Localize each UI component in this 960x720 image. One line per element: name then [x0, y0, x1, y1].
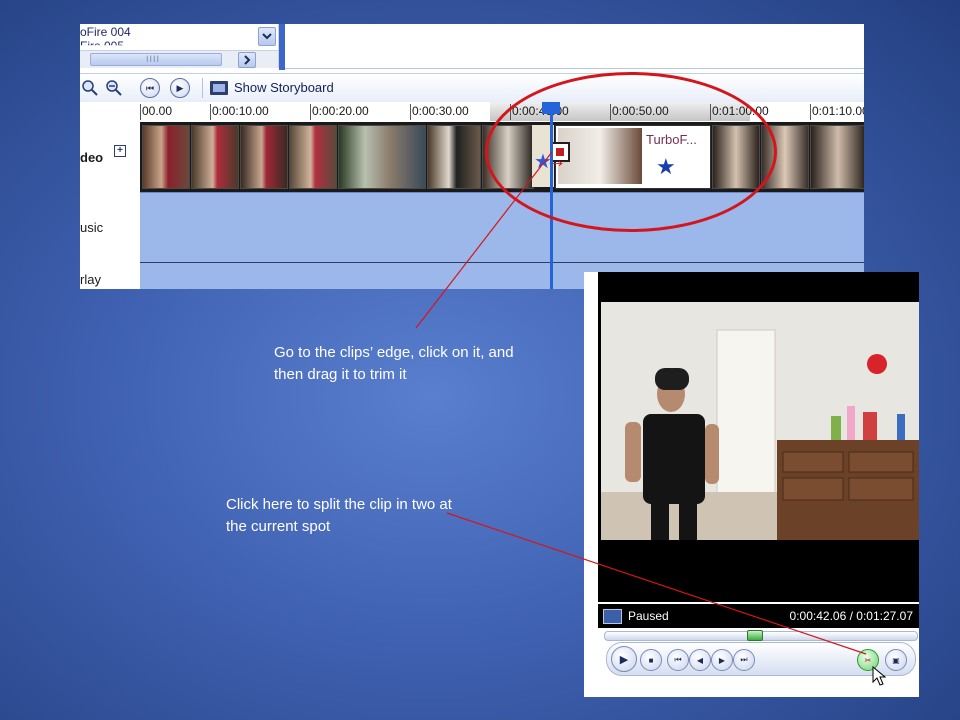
play-icon[interactable]: ▶: [170, 78, 190, 98]
step-forward-icon[interactable]: ▶: [711, 649, 733, 671]
snapshot-icon[interactable]: ▣: [885, 649, 907, 671]
ruler-tick-label: 00.00: [142, 104, 173, 118]
horizontal-scrollbar[interactable]: IIII: [80, 50, 278, 68]
scroll-right-button[interactable]: [238, 52, 256, 68]
show-storyboard-button[interactable]: Show Storyboard: [234, 80, 334, 95]
video-clip[interactable]: [142, 125, 190, 189]
ruler-tick-label: 0:01:10.00: [812, 104, 864, 118]
film-icon[interactable]: [210, 81, 228, 95]
time-readout: 0:00:42.06 / 0:01:27.07: [789, 609, 913, 623]
preview-monitor: Paused 0:00:42.06 / 0:01:27.07 ▶ ■ ⏮ ◀ ▶…: [584, 272, 919, 697]
overlay-track-label: rlay: [80, 272, 101, 287]
track-labels: deo + usic rlay: [80, 102, 140, 289]
seek-bar[interactable]: [604, 630, 918, 641]
video-clip[interactable]: [240, 125, 288, 189]
music-track[interactable]: [140, 192, 864, 263]
next-frame-icon[interactable]: ⏭: [733, 649, 755, 671]
playback-controls: ▶ ■ ⏮ ◀ ▶ ⏭ ✂ ▣: [606, 642, 916, 676]
expand-icon[interactable]: +: [114, 145, 126, 157]
video-clip[interactable]: [427, 125, 481, 189]
split-caption: Click here to split the clip in two at t…: [226, 496, 452, 535]
timeline-toolbar: ⏮ ▶ Show Storyboard: [80, 73, 864, 103]
video-clip[interactable]: [810, 125, 864, 189]
rewind-icon[interactable]: ⏮: [140, 78, 160, 98]
monitor-pane: [285, 24, 864, 69]
mouse-cursor-icon: [872, 666, 886, 686]
highlight-ellipse: [485, 72, 777, 232]
collection-item: oFire 004: [80, 25, 131, 39]
chevron-down-icon[interactable]: [258, 27, 276, 46]
step-back-icon[interactable]: ◀: [689, 649, 711, 671]
scroll-grip: IIII: [146, 54, 161, 64]
toolbar-separator: [202, 78, 203, 98]
fullscreen-icon[interactable]: [603, 609, 622, 624]
ruler-tick-label: 0:00:10.00: [212, 104, 269, 118]
previous-frame-icon[interactable]: ⏮: [667, 649, 689, 671]
video-frame: [601, 302, 919, 540]
status-bar: Paused 0:00:42.06 / 0:01:27.07: [598, 604, 919, 628]
stop-icon[interactable]: ■: [640, 649, 662, 671]
video-frame-image: [601, 302, 919, 540]
seek-thumb[interactable]: [747, 630, 763, 641]
magnifier-plus-icon[interactable]: [80, 78, 100, 98]
magnifier-minus-icon[interactable]: [104, 78, 124, 98]
video-clip[interactable]: [289, 125, 337, 189]
playback-status: Paused: [628, 609, 669, 623]
music-track-label: usic: [80, 220, 104, 235]
video-clip[interactable]: [338, 125, 426, 189]
ruler-tick-label: 0:00:20.00: [312, 104, 369, 118]
play-icon[interactable]: ▶: [611, 646, 637, 672]
scrollbar-thumb[interactable]: IIII: [90, 53, 222, 66]
trim-caption: Go to the clips’ edge, click on it, and …: [274, 344, 514, 383]
ruler-tick-label: 0:00:30.00: [412, 104, 469, 118]
video-clip[interactable]: [191, 125, 239, 189]
video-track-label: deo: [80, 150, 104, 165]
